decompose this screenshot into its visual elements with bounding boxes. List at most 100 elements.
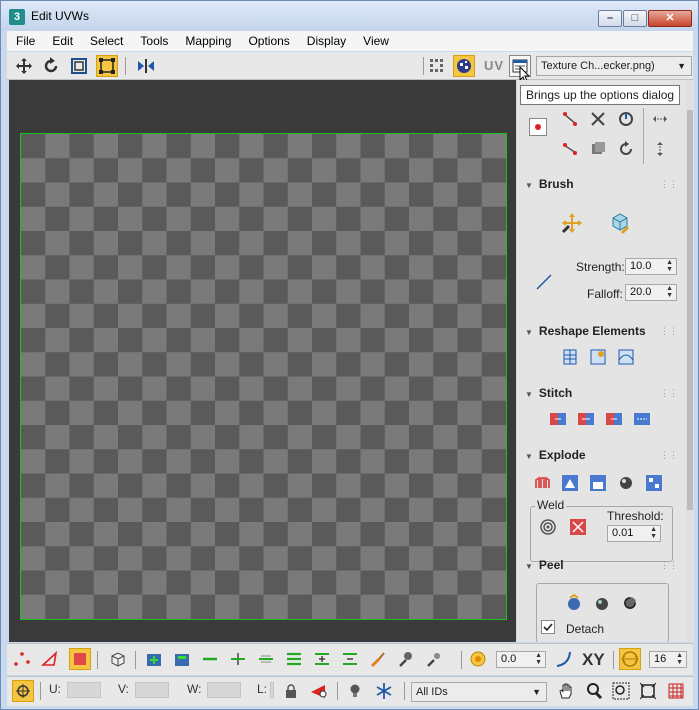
pan-button[interactable] (555, 680, 577, 702)
drag-grip-icon[interactable]: ⋮⋮ (660, 450, 678, 461)
relax-settings-button[interactable] (615, 346, 637, 368)
lock-selection-button[interactable] (280, 680, 302, 702)
relax-brush-button[interactable] (607, 210, 633, 236)
rotate-select-button[interactable] (615, 138, 637, 160)
v-field[interactable] (135, 682, 169, 698)
edge-loop-add-button[interactable] (227, 648, 249, 670)
edge-ring-grow-button[interactable] (283, 648, 305, 670)
falloff-type-button[interactable] (533, 271, 555, 293)
drag-grip-icon[interactable]: ⋮⋮ (660, 388, 678, 399)
edge-loop-button[interactable] (615, 108, 637, 130)
flatten-by-smoothing-button[interactable] (587, 472, 609, 494)
spinner-arrows-icon[interactable]: ▲ ▼ (666, 259, 673, 273)
face-mode-button[interactable] (69, 648, 91, 670)
close-button[interactable]: ✕ (648, 10, 692, 27)
spinner-arrows-icon[interactable]: ▲ ▼ (650, 526, 657, 540)
move-tool-button[interactable] (13, 55, 35, 77)
title-bar[interactable]: 3 Edit UVWs – □ ✕ (1, 1, 698, 31)
hide-button[interactable] (308, 680, 330, 702)
drag-grip-icon[interactable]: ⋮⋮ (660, 560, 678, 571)
paint-shrink-button[interactable] (423, 648, 445, 670)
stitch-to-source-button[interactable] (603, 408, 625, 430)
reshape-section-header[interactable]: ▼ Reshape Elements (525, 324, 646, 338)
texture-dropdown[interactable]: Texture Ch...ecker.png) ▼ (536, 56, 692, 76)
falloff-curve-button[interactable] (553, 648, 575, 670)
quick-peel-button[interactable] (563, 592, 585, 614)
break-button[interactable] (531, 472, 553, 494)
uv-space-label[interactable]: UV (484, 58, 504, 73)
paint-select-button[interactable] (367, 648, 389, 670)
grid-size-spinner[interactable]: 16 ▲ ▼ (649, 651, 687, 668)
stitch-custom-button[interactable] (631, 408, 653, 430)
maximize-button[interactable]: □ (623, 10, 647, 27)
stitch-section-header[interactable]: ▼ Stitch (525, 386, 572, 400)
edge-mode-button[interactable] (39, 648, 61, 670)
grow-vertex-button[interactable] (559, 108, 581, 130)
edge-ring-shrink-button[interactable] (339, 648, 361, 670)
absolute-mode-button[interactable] (12, 680, 34, 702)
panel-scrollbar[interactable] (686, 80, 694, 642)
threshold-spinner[interactable]: 0.01 ▲ ▼ (607, 525, 661, 542)
flatten-mapping-button[interactable] (643, 472, 665, 494)
stitch-average-button[interactable] (575, 408, 597, 430)
drag-grip-icon[interactable]: ⋮⋮ (660, 326, 678, 337)
grow-selection-button[interactable] (143, 648, 165, 670)
freeform-mode-button[interactable] (96, 55, 118, 77)
freeze-button[interactable] (373, 680, 395, 702)
soft-selection-spinner[interactable]: 0.0 ▲ ▼ (496, 651, 546, 668)
strength-spinner[interactable]: 10.0 ▲ ▼ (625, 258, 677, 275)
snap-toggle-button[interactable] (619, 648, 641, 670)
grid-display-button[interactable] (665, 680, 687, 702)
detach-checkbox[interactable] (541, 620, 555, 634)
falloff-spinner[interactable]: 20.0 ▲ ▼ (625, 284, 677, 301)
distribute-horizontal-button[interactable] (649, 108, 671, 130)
menu-options[interactable]: Options (239, 34, 297, 48)
show-map-button[interactable] (426, 55, 448, 77)
straighten-button[interactable] (559, 346, 581, 368)
element-mode-button[interactable] (107, 648, 129, 670)
menu-select[interactable]: Select (81, 34, 131, 48)
material-id-dropdown[interactable]: All IDs ▼ (411, 682, 547, 702)
menu-mapping[interactable]: Mapping (176, 34, 239, 48)
u-field[interactable] (67, 682, 101, 698)
paint-grow-button[interactable] (395, 648, 417, 670)
minimize-button[interactable]: – (598, 10, 622, 27)
reset-peel-button[interactable] (619, 592, 641, 614)
explode-section-header[interactable]: ▼ Explode (525, 448, 586, 462)
menu-view[interactable]: View (354, 34, 397, 48)
stitch-to-target-button[interactable] (547, 408, 569, 430)
shrink-vertex-button[interactable] (559, 138, 581, 160)
rotate-tool-button[interactable] (40, 55, 62, 77)
flatten-by-polygon-button[interactable] (559, 472, 581, 494)
face-select-button[interactable] (587, 138, 609, 160)
zoom-button[interactable] (583, 680, 605, 702)
w-field[interactable] (207, 682, 241, 698)
menu-tools[interactable]: Tools (131, 34, 176, 48)
mirror-button[interactable] (135, 55, 157, 77)
menu-display[interactable]: Display (298, 34, 354, 48)
hint-button[interactable] (344, 680, 366, 702)
vertex-mode-button[interactable] (11, 648, 33, 670)
vertex-select-button[interactable] (529, 118, 547, 136)
drag-grip-icon[interactable]: ⋮⋮ (660, 179, 678, 190)
scrollbar-thumb[interactable] (687, 110, 693, 510)
distribute-vertical-button[interactable] (649, 138, 671, 160)
weld-selected-button[interactable] (567, 516, 589, 538)
zoom-region-button[interactable] (610, 680, 632, 702)
relax-until-flat-button[interactable] (587, 346, 609, 368)
zoom-extents-button[interactable] (637, 680, 659, 702)
xy-space-toggle[interactable]: XY (582, 650, 605, 670)
spinner-arrows-icon[interactable]: ▲ ▼ (666, 285, 673, 299)
peel-section-header[interactable]: ▼ Peel (525, 558, 564, 572)
spinner-arrows-icon[interactable]: ▲ ▼ (676, 652, 683, 666)
soft-selection-button[interactable] (467, 648, 489, 670)
flatten-by-material-button[interactable] (615, 472, 637, 494)
edge-loop-shrink-button[interactable] (255, 648, 277, 670)
menu-file[interactable]: File (7, 34, 43, 48)
spinner-arrows-icon[interactable]: ▲ ▼ (535, 652, 542, 666)
brush-section-header[interactable]: ▼ Brush (525, 177, 574, 191)
edge-ring-add-button[interactable] (311, 648, 333, 670)
scale-tool-button[interactable] (68, 55, 90, 77)
checker-map-button[interactable] (453, 55, 475, 77)
l-field[interactable] (270, 682, 274, 698)
